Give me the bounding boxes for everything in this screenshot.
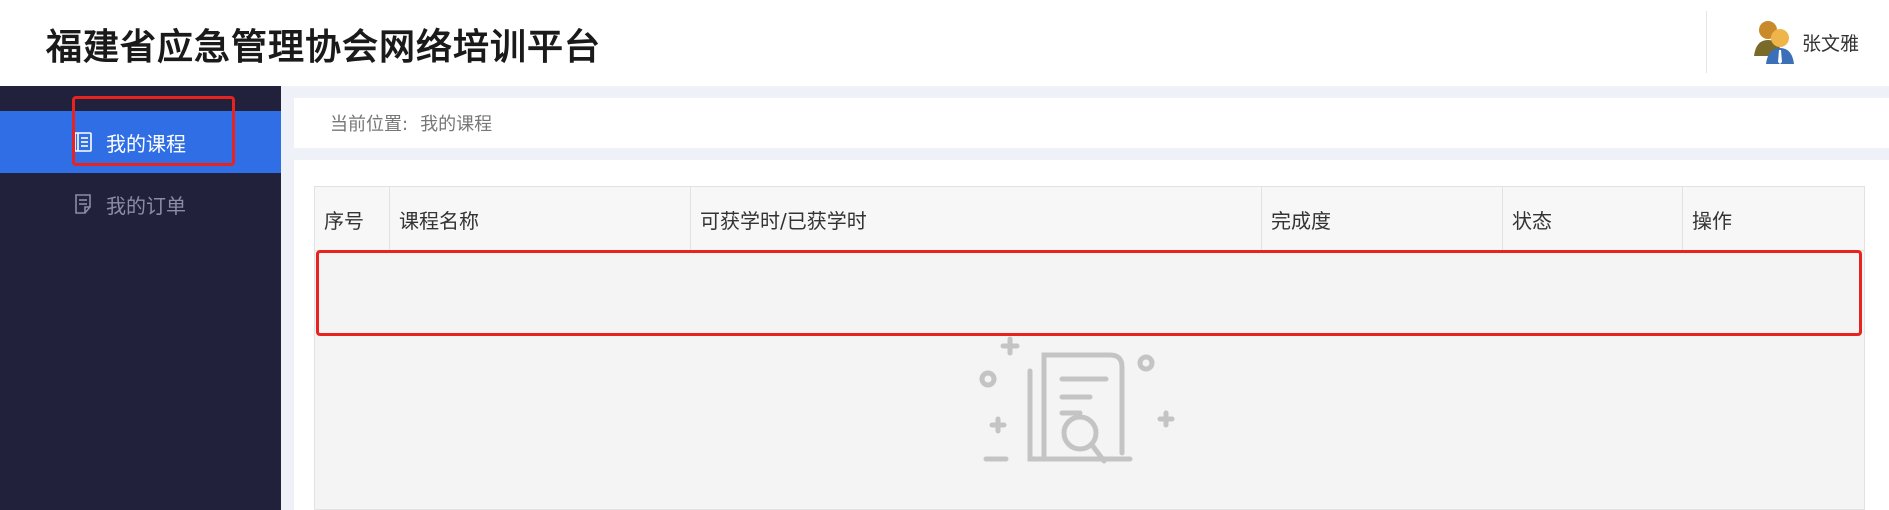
sidebar-item-label: 我的订单 <box>106 193 186 218</box>
order-doc-icon <box>74 194 92 214</box>
column-header-index: 序号 <box>315 187 390 251</box>
user-avatar-icon <box>1752 18 1796 66</box>
column-header-hours: 可获学时/已获学时 <box>691 187 1262 251</box>
user-name: 张文雅 <box>1802 32 1860 55</box>
course-list-icon <box>74 132 92 152</box>
sidebar: 我的课程 我的订单 <box>0 86 281 510</box>
user-menu[interactable]: 张文雅 <box>1752 18 1859 66</box>
sidebar-item-label: 我的课程 <box>106 131 186 156</box>
sidebar-item-my-orders[interactable]: 我的订单 <box>0 173 281 235</box>
main-content: 序号 课程名称 可获学时/已获学时 完成度 状态 操作 <box>294 160 1889 510</box>
top-bar: 福建省应急管理协会网络培训平台 张文雅 <box>0 0 1889 86</box>
column-header-actions: 操作 <box>1692 208 1732 233</box>
app-title: 福建省应急管理协会网络培训平台 <box>46 27 602 68</box>
column-header-status: 状态 <box>1503 187 1683 251</box>
header-divider <box>1706 11 1707 73</box>
breadcrumb-current[interactable]: 我的课程 <box>420 110 492 136</box>
sidebar-item-my-courses[interactable]: 我的课程 <box>0 111 281 173</box>
course-table: 序号 课程名称 可获学时/已获学时 完成度 状态 操作 <box>314 186 1865 510</box>
column-header-course-name: 课程名称 <box>390 187 691 251</box>
breadcrumb: 当前位置: 我的课程 <box>294 98 1889 148</box>
empty-document-icon <box>970 335 1210 495</box>
table-header: 序号 课程名称 可获学时/已获学时 完成度 状态 操作 <box>315 187 1864 251</box>
column-header-completion: 完成度 <box>1262 187 1503 251</box>
breadcrumb-prefix: 当前位置: <box>330 114 409 135</box>
